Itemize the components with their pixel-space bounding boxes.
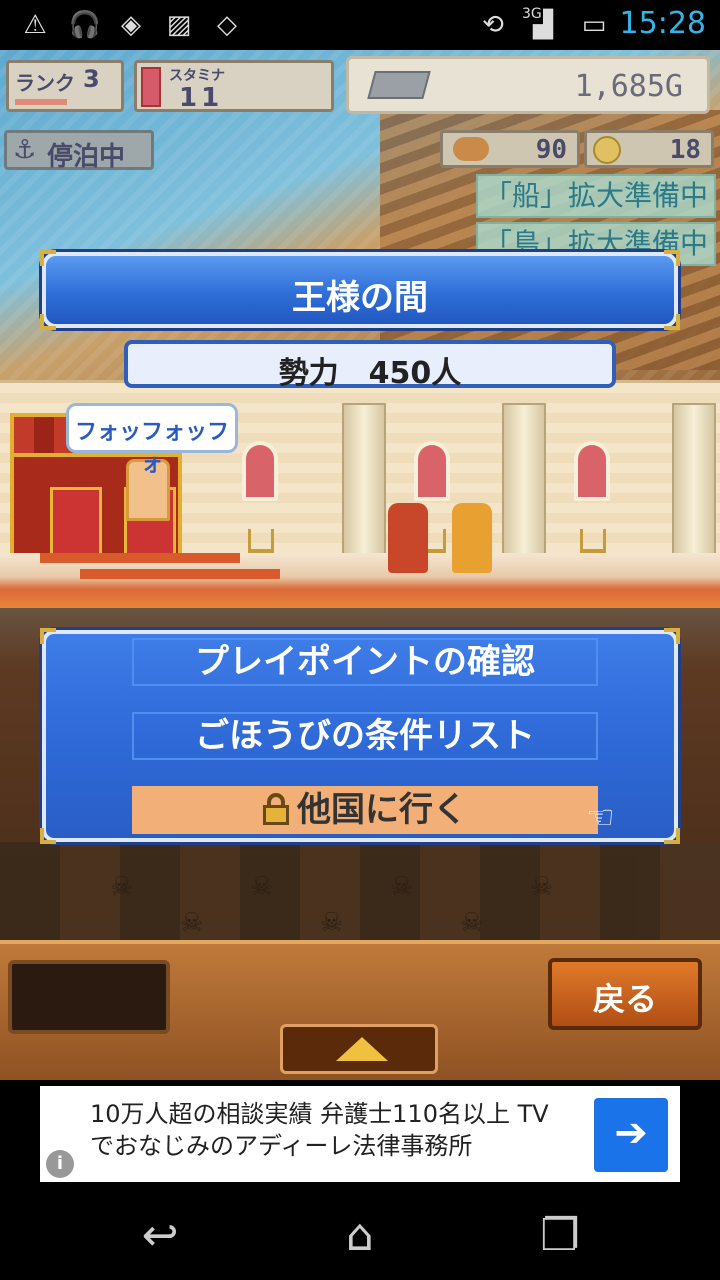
pointing-hand-icon: ☜ <box>586 798 615 836</box>
throne-room-scene: フォッフォッフォ <box>0 380 720 608</box>
anchor-status: 停泊中 <box>47 142 126 172</box>
corner-ornament <box>664 250 680 266</box>
title-banner: 王様の間 <box>40 250 680 330</box>
home-nav-icon[interactable]: ⌂ <box>320 1206 400 1266</box>
warning-icon: ⚠ <box>23 10 47 40</box>
bottom-control-panel: 戻る <box>0 940 720 1080</box>
page-title: 王様の間 <box>292 278 428 318</box>
corner-ornament <box>40 250 56 266</box>
ad-bar: 10万人超の相談実績 弁護士110名以上 TV でおなじみのアディーレ法律事務所… <box>0 1080 720 1190</box>
stair-step <box>40 553 240 563</box>
corner-ornament <box>664 828 680 844</box>
stamina-value: 11 <box>179 83 224 113</box>
info-icon[interactable]: i <box>46 1150 74 1178</box>
menu-item-label: ごほうびの条件リスト <box>195 716 535 756</box>
corner-ornament <box>40 828 56 844</box>
skull-icon: ☠ <box>180 908 204 938</box>
corner-ornament <box>40 628 56 644</box>
expand-up-button[interactable] <box>280 1024 438 1074</box>
coin-value: 18 <box>669 135 701 165</box>
stamina-label: スタミナ <box>169 68 225 84</box>
clock: 15:28 <box>619 6 706 41</box>
ad-banner[interactable]: 10万人超の相談実績 弁護士110名以上 TV でおなじみのアディーレ法律事務所… <box>40 1086 680 1182</box>
image-icon: ▨ <box>166 10 192 40</box>
coin-panel: 18 <box>584 130 714 168</box>
menu-item-play-points[interactable]: プレイポイントの確認 <box>132 638 598 686</box>
candle-icon <box>580 529 606 553</box>
gold-value: 1,685G <box>574 69 683 104</box>
vpn-shield-icon: ◈ <box>121 10 141 40</box>
recent-apps-icon[interactable]: ❐ <box>520 1206 600 1266</box>
ad-arrow-button[interactable]: ➔ <box>594 1098 668 1172</box>
skull-icon: ☠ <box>460 908 484 938</box>
power-display: 勢力 450人 <box>124 340 616 391</box>
skull-icon: ☠ <box>530 872 554 902</box>
signal-icon: ▟ <box>533 10 553 40</box>
rank-value: 3 <box>83 65 100 93</box>
menu-item-label: 他国に行く <box>297 790 467 830</box>
game-screen: ランク 3 スタミナ 11 1,685G ⚓ 停泊中 90 18 「船」拡大準備… <box>0 50 720 1080</box>
menu-item-reward-conditions[interactable]: ごほうびの条件リスト <box>132 712 598 760</box>
rank-panel: ランク 3 <box>6 60 124 112</box>
arrow-right-icon: ➔ <box>614 1110 648 1156</box>
captain-sprite <box>388 503 428 573</box>
food-panel: 90 <box>440 130 580 168</box>
king-speech-bubble: フォッフォッフォ <box>66 403 238 477</box>
anchor-icon: ⚓ <box>13 135 37 165</box>
candle-icon <box>248 529 274 553</box>
skull-icon: ☠ <box>390 872 414 902</box>
rank-label: ランク <box>15 71 75 95</box>
ad-line-2: でおなじみのアディーレ法律事務所 <box>90 1132 473 1160</box>
coin-icon <box>593 136 621 164</box>
rotate-icon: ⟲ <box>482 10 504 40</box>
ad-line-1: 10万人超の相談実績 弁護士110名以上 TV <box>90 1100 549 1128</box>
back-button[interactable]: 戻る <box>548 958 702 1030</box>
crew-sprite <box>452 503 492 573</box>
skull-icon: ☠ <box>250 872 274 902</box>
red-carpet-stairs <box>0 553 720 608</box>
headset-icon: 🎧 <box>68 10 102 40</box>
stair-step <box>80 569 280 579</box>
lock-icon <box>263 793 289 825</box>
navigation-bar: ↩ ⌂ ❐ <box>0 1190 720 1280</box>
rank-progress-bar <box>15 99 67 105</box>
up-arrow-icon <box>336 1037 388 1061</box>
speech-text: フォッフォッフォ <box>74 420 229 477</box>
menu-item-go-other-country[interactable]: 他国に行く <box>132 786 598 834</box>
gold-panel: 1,685G <box>346 56 710 114</box>
corner-ornament <box>664 628 680 644</box>
food-value: 90 <box>535 135 567 165</box>
window <box>414 441 450 501</box>
power-value: 勢力 450人 <box>278 356 462 391</box>
meat-icon <box>453 137 489 161</box>
ad-text: 10万人超の相談実績 弁護士110名以上 TV でおなじみのアディーレ法律事務所 <box>90 1098 590 1162</box>
back-nav-icon[interactable]: ↩ <box>120 1206 200 1266</box>
window <box>574 441 610 501</box>
menu-panel: プレイポイントの確認 ごほうびの条件リスト 他国に行く ☜ <box>40 628 680 844</box>
skull-pattern-background: ☠ ☠ ☠ ☠ ☠ ☠ ☠ <box>0 842 720 942</box>
skull-icon: ☠ <box>110 872 134 902</box>
status-bar: ⚠ 🎧 ◈ ▨ ◇ ⟲ 3G ▟ ▭ 15:28 <box>0 0 720 50</box>
battery-icon: ▭ <box>581 10 607 40</box>
dropbox-icon: ◇ <box>217 10 237 40</box>
window <box>242 441 278 501</box>
stamina-panel: スタミナ 11 <box>134 60 334 113</box>
stamina-gauge <box>141 67 161 107</box>
notice-ship: 「船」拡大準備中 <box>476 174 716 218</box>
skull-icon: ☠ <box>320 908 344 938</box>
anchor-status-panel: ⚓ 停泊中 <box>4 130 154 172</box>
gold-ingot-icon <box>367 71 431 99</box>
empty-slot <box>8 960 170 1034</box>
back-button-label: 戻る <box>592 980 657 1018</box>
menu-item-label: プレイポイントの確認 <box>195 642 535 682</box>
